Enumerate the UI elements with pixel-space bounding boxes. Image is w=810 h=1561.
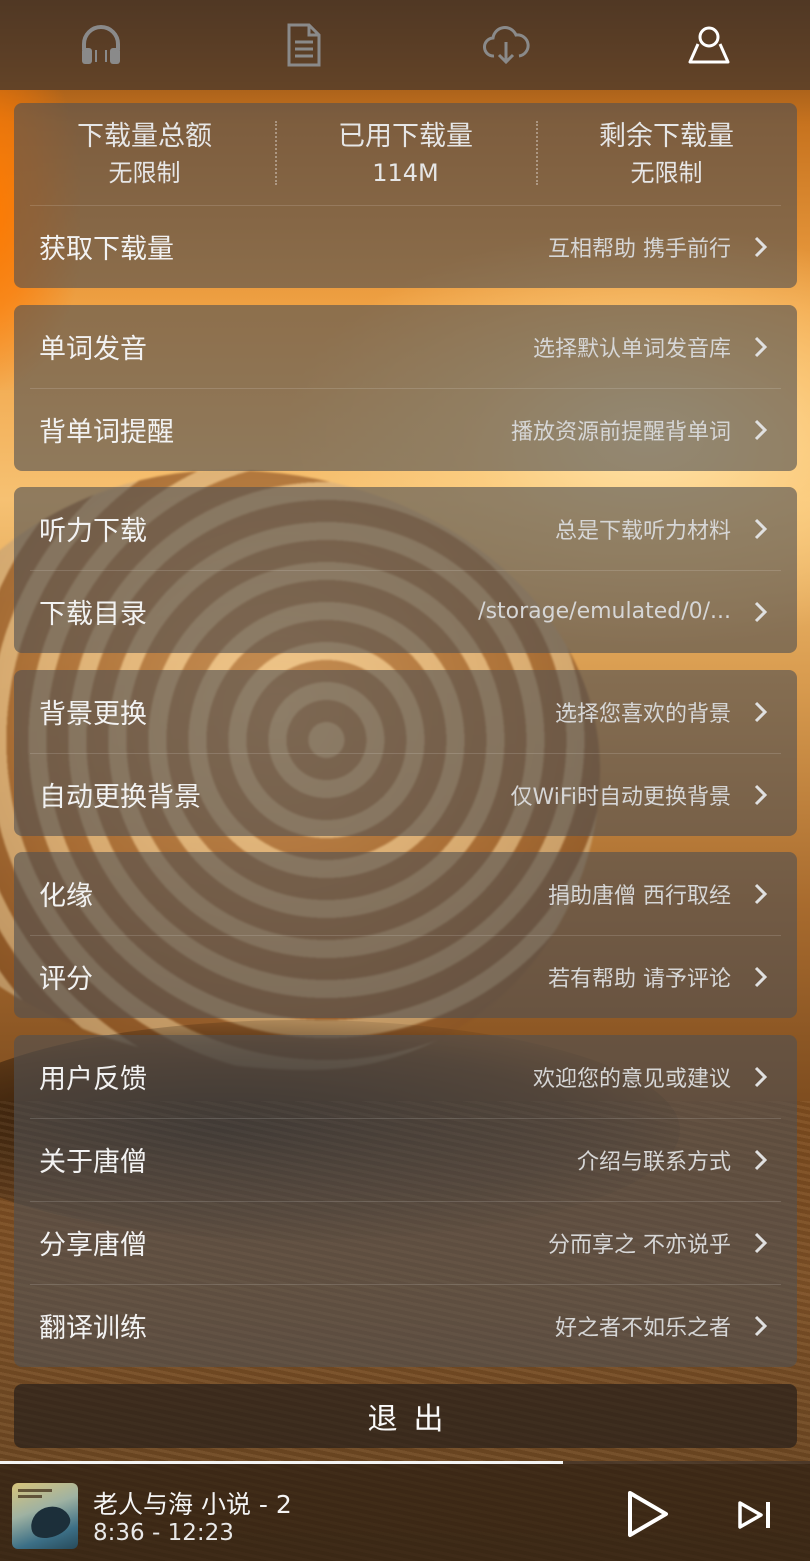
quota-total-value: 无限制 [108,159,181,187]
item-hint: 欢迎您的意见或建议 [532,1066,731,1092]
get-download-quota-item[interactable]: 获取下载量 互相帮助 携手前行 [14,205,797,288]
chevron-right-icon [754,518,768,539]
settings-group-background: 背景更换 选择您喜欢的背景 自动更换背景 仅WiFi时自动更换背景 [14,670,797,836]
track-title[interactable]: 老人与海 小说 - 2 [93,1485,292,1521]
share-item[interactable]: 分享唐僧 分而享之 不亦说乎 [14,1201,797,1284]
item-hint: /storage/emulated/0/... [478,599,731,624]
mini-player: 老人与海 小说 - 2 8:36 - 12:23 [0,1461,810,1561]
item-title: 背单词提醒 [39,417,174,448]
item-hint: 互相帮助 携手前行 [548,236,731,262]
item-title: 自动更换背景 [39,782,201,813]
about-item[interactable]: 关于唐僧 介绍与联系方式 [14,1118,797,1201]
item-title: 下载目录 [39,599,147,630]
chevron-right-icon [754,701,768,722]
user-icon [688,26,730,64]
quota-used-value: 114M [372,159,439,187]
item-hint: 选择默认单词发音库 [532,336,731,362]
cloud-download-icon [483,26,530,65]
item-title: 分享唐僧 [39,1230,147,1261]
chevron-right-icon [754,1232,768,1253]
listening-download-item[interactable]: 听力下载 总是下载听力材料 [14,487,797,570]
settings-group-words: 单词发音 选择默认单词发音库 背单词提醒 播放资源前提醒背单词 [14,305,797,471]
item-hint: 选择您喜欢的背景 [554,701,731,727]
item-hint: 若有帮助 请予评论 [548,966,731,992]
donate-item[interactable]: 化缘 捐助唐僧 西行取经 [14,852,797,935]
skip-next-icon[interactable] [737,1499,773,1531]
chevron-right-icon [754,883,768,904]
settings-group-downloads: 听力下载 总是下载听力材料 下载目录 /storage/emulated/0/.… [14,487,797,653]
rate-item[interactable]: 评分 若有帮助 请予评论 [14,935,797,1018]
quota-total: 下载量总额 无限制 [14,103,275,205]
chevron-right-icon [754,419,768,440]
word-reminder-item[interactable]: 背单词提醒 播放资源前提醒背单词 [14,388,797,471]
playback-progress-fill [0,1461,563,1464]
tab-documents[interactable] [203,0,406,90]
item-hint: 总是下载听力材料 [554,518,731,544]
chevron-right-icon [754,1315,768,1336]
settings-group-support: 化缘 捐助唐僧 西行取经 评分 若有帮助 请予评论 [14,852,797,1018]
download-directory-item[interactable]: 下载目录 /storage/emulated/0/... [14,570,797,653]
feedback-item[interactable]: 用户反馈 欢迎您的意见或建议 [14,1035,797,1118]
tab-downloads[interactable] [405,0,608,90]
chevron-right-icon [754,784,768,805]
logout-button[interactable]: 退出 [14,1384,797,1448]
chevron-right-icon [754,336,768,357]
item-title: 背景更换 [39,699,147,730]
headphones-icon [82,25,121,64]
item-hint: 好之者不如乐之者 [554,1315,731,1341]
top-tab-bar [0,0,810,90]
chevron-right-icon [754,236,768,257]
tab-listening[interactable] [0,0,203,90]
auto-change-background-item[interactable]: 自动更换背景 仅WiFi时自动更换背景 [14,753,797,836]
item-hint: 仅WiFi时自动更换背景 [510,784,731,810]
quota-remaining-label: 剩余下载量 [599,121,734,152]
item-hint: 捐助唐僧 西行取经 [548,883,731,909]
chevron-right-icon [754,966,768,987]
item-hint: 播放资源前提醒背单词 [510,419,731,445]
document-icon [287,23,321,67]
item-title: 化缘 [39,881,93,912]
download-quota-card: 下载量总额 无限制 已用下载量 114M 剩余下载量 无限制 获取下载量 互相帮… [14,103,797,288]
translation-training-item[interactable]: 翻译训练 好之者不如乐之者 [14,1284,797,1367]
item-title: 用户反馈 [39,1064,147,1095]
play-icon[interactable] [624,1489,670,1539]
change-background-item[interactable]: 背景更换 选择您喜欢的背景 [14,670,797,753]
item-title: 获取下载量 [39,234,174,265]
item-title: 关于唐僧 [39,1147,147,1178]
word-pronunciation-item[interactable]: 单词发音 选择默认单词发音库 [14,305,797,388]
item-title: 单词发音 [39,334,147,365]
chevron-right-icon [754,601,768,622]
track-time: 8:36 - 12:23 [93,1520,234,1546]
item-hint: 介绍与联系方式 [576,1149,731,1175]
item-title: 评分 [39,964,93,995]
tab-profile[interactable] [608,0,810,90]
item-title: 听力下载 [39,516,147,547]
chevron-right-icon [754,1066,768,1087]
quota-remaining: 剩余下载量 无限制 [536,103,797,205]
quota-used-label: 已用下载量 [338,121,473,152]
quota-remaining-value: 无限制 [630,159,703,187]
quota-stats: 下载量总额 无限制 已用下载量 114M 剩余下载量 无限制 [14,103,797,205]
playback-progress-bar[interactable] [0,1461,810,1464]
quota-used: 已用下载量 114M [275,103,536,205]
quota-total-label: 下载量总额 [77,121,212,152]
item-title: 翻译训练 [39,1313,147,1344]
chevron-right-icon [754,1149,768,1170]
item-hint: 分而享之 不亦说乎 [548,1232,731,1258]
album-cover[interactable] [12,1483,78,1549]
settings-group-about: 用户反馈 欢迎您的意见或建议 关于唐僧 介绍与联系方式 分享唐僧 分而享之 不亦… [14,1035,797,1367]
